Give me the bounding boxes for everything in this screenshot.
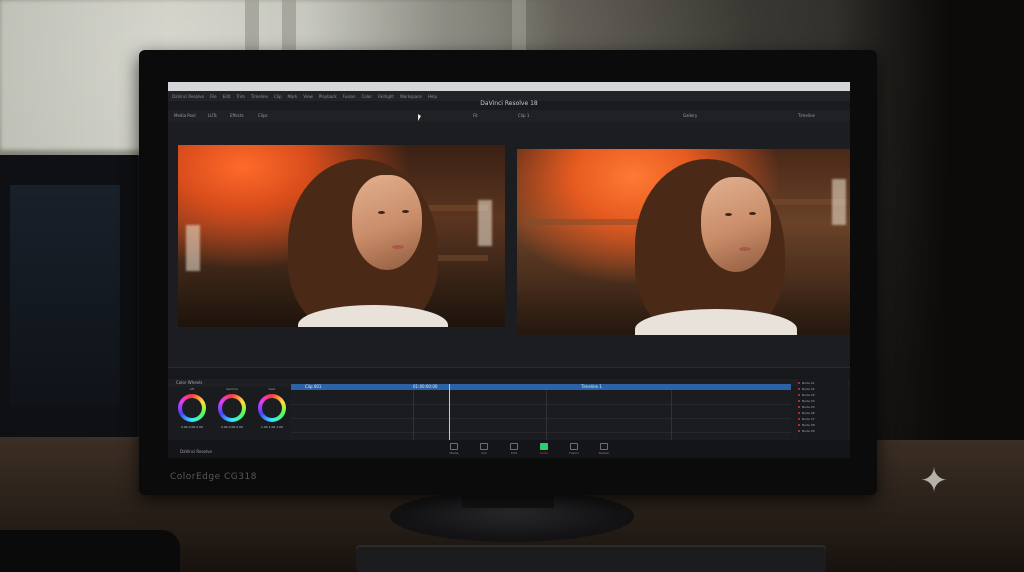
monitor-brand: ColorEdge CG318 bbox=[170, 472, 257, 482]
menu-item-clip[interactable]: Clip bbox=[274, 94, 282, 99]
color-wheels-panel: Lift 0.00 0.00 0.00 Gamma 0.00 0.00 0.00… bbox=[174, 387, 292, 447]
node-status-icon bbox=[798, 400, 800, 402]
page-tab-label: Color bbox=[540, 451, 548, 455]
toolbar-clip[interactable]: Clip 1 bbox=[518, 113, 529, 118]
node-list-item[interactable]: Node 08 bbox=[802, 423, 815, 427]
node-list-item[interactable]: Node 02 bbox=[802, 387, 815, 391]
menu-item-view[interactable]: View bbox=[303, 94, 313, 99]
media-page-icon bbox=[450, 443, 458, 450]
toolbar-media-pool[interactable]: Media Pool bbox=[174, 113, 196, 118]
camera bbox=[0, 530, 180, 572]
color-page-icon bbox=[540, 443, 548, 450]
gain-wheel[interactable] bbox=[258, 394, 286, 422]
menu-item-color[interactable]: Color bbox=[362, 94, 372, 99]
nodes-list: Node 01 Node 02 Node 03 Node 04 Node 05 Node … bbox=[798, 377, 848, 442]
gain-values[interactable]: 1.00 1.00 1.00 bbox=[254, 425, 290, 429]
playhead[interactable] bbox=[449, 384, 450, 442]
node-list-item[interactable]: Node 09 bbox=[802, 429, 815, 433]
node-status-icon bbox=[798, 424, 800, 426]
toolbar-clips[interactable]: Clips bbox=[258, 113, 268, 118]
page-tab-fusion[interactable]: Fusion bbox=[563, 443, 585, 455]
node-status-icon bbox=[798, 382, 800, 384]
timeline-ruler[interactable]: Clip 001 01:00:00:00 Timeline 1 bbox=[291, 384, 791, 390]
lift-label: Lift bbox=[189, 387, 195, 391]
node-list-item[interactable]: Node 01 bbox=[802, 381, 815, 385]
menu-item-fusion[interactable]: Fusion bbox=[343, 94, 356, 99]
node-list-item[interactable]: Node 04 bbox=[802, 399, 815, 403]
viewer-before[interactable] bbox=[178, 145, 505, 327]
timeline-timecode: 01:00:00:00 bbox=[413, 384, 438, 389]
page-tab-deliver[interactable]: Deliver bbox=[593, 443, 615, 455]
page-tab-label: Fusion bbox=[569, 451, 579, 455]
sparkle-icon: ✦ bbox=[919, 461, 949, 501]
node-status-icon bbox=[798, 430, 800, 432]
page-tab-label: Deliver bbox=[598, 451, 610, 455]
gamma-label: Gamma bbox=[226, 387, 238, 391]
color-wheels-title: Color Wheels bbox=[176, 380, 203, 385]
menu-item-fairlight[interactable]: Fairlight bbox=[378, 94, 394, 99]
menu-item-mark[interactable]: Mark bbox=[288, 94, 298, 99]
menu-item-playback[interactable]: Playback bbox=[319, 94, 337, 99]
node-list-item[interactable]: Node 07 bbox=[802, 417, 815, 421]
toolbar-zoom[interactable]: Fit bbox=[473, 113, 478, 118]
menu-item-edit[interactable]: Edit bbox=[223, 94, 231, 99]
resolve-logo: DaVinci Resolve bbox=[180, 449, 212, 454]
toolbar-gallery[interactable]: Gallery bbox=[683, 113, 697, 118]
page-tab-label: Media bbox=[449, 451, 459, 455]
gain-wheel-group: Gain 1.00 1.00 1.00 bbox=[254, 387, 290, 443]
lift-values[interactable]: 0.00 0.00 0.00 bbox=[174, 425, 210, 429]
page-tab-label: Cut bbox=[481, 451, 487, 455]
page-tab-cut[interactable]: Cut bbox=[473, 443, 495, 455]
node-list-item[interactable]: Node 03 bbox=[802, 393, 815, 397]
gain-label: Gain bbox=[268, 387, 276, 391]
page-tab-color[interactable]: Color bbox=[533, 443, 555, 455]
deliver-page-icon bbox=[600, 443, 608, 450]
viewer-after[interactable] bbox=[517, 149, 850, 335]
menu-item-timeline[interactable]: Timeline bbox=[251, 94, 268, 99]
menu-item-davinci-resolve[interactable]: DaVinci Resolve bbox=[172, 94, 204, 99]
fusion-page-icon bbox=[570, 443, 578, 450]
keyboard bbox=[356, 545, 826, 572]
mini-timeline[interactable]: Clip 001 01:00:00:00 Timeline 1 bbox=[291, 384, 791, 442]
os-titlebar bbox=[168, 82, 850, 91]
node-status-icon bbox=[798, 406, 800, 408]
timeline-clip-name: Clip 001 bbox=[305, 384, 322, 389]
gamma-wheel-group: Gamma 0.00 0.00 0.00 bbox=[214, 387, 250, 443]
node-status-icon bbox=[798, 388, 800, 390]
menu-item-help[interactable]: Help bbox=[428, 94, 437, 99]
node-list-item[interactable]: Node 05 bbox=[802, 405, 815, 409]
node-status-icon bbox=[798, 412, 800, 414]
app-title: DaVinci Resolve 18 bbox=[480, 100, 538, 107]
toolbar-effects[interactable]: Effects bbox=[230, 113, 244, 118]
gamma-values[interactable]: 0.00 0.00 0.00 bbox=[214, 425, 250, 429]
mouse-cursor bbox=[418, 114, 421, 121]
secondary-monitor bbox=[0, 155, 141, 437]
monitor-screen: DaVinci Resolve File Edit Trim Timeline Clip M… bbox=[168, 82, 850, 458]
gamma-wheel[interactable] bbox=[218, 394, 246, 422]
cut-page-icon bbox=[480, 443, 488, 450]
edit-page-icon bbox=[510, 443, 518, 450]
lift-wheel[interactable] bbox=[178, 394, 206, 422]
page-tabs: Media Cut Edit Color Fusion Deliver bbox=[168, 440, 850, 458]
node-list-item[interactable]: Node 06 bbox=[802, 411, 815, 415]
page-tab-media[interactable]: Media bbox=[443, 443, 465, 455]
lift-wheel-group: Lift 0.00 0.00 0.00 bbox=[174, 387, 210, 443]
page-tab-edit[interactable]: Edit bbox=[503, 443, 525, 455]
menu-item-workspace[interactable]: Workspace bbox=[400, 94, 422, 99]
timeline-label: Timeline 1 bbox=[581, 384, 602, 389]
toolbar-luts[interactable]: LUTs bbox=[208, 113, 217, 118]
menu-item-trim[interactable]: Trim bbox=[236, 94, 245, 99]
menu-item-file[interactable]: File bbox=[210, 94, 217, 99]
page-tab-label: Edit bbox=[511, 451, 517, 455]
node-status-icon bbox=[798, 394, 800, 396]
toolbar-timeline[interactable]: Timeline bbox=[798, 113, 815, 118]
node-status-icon bbox=[798, 418, 800, 420]
